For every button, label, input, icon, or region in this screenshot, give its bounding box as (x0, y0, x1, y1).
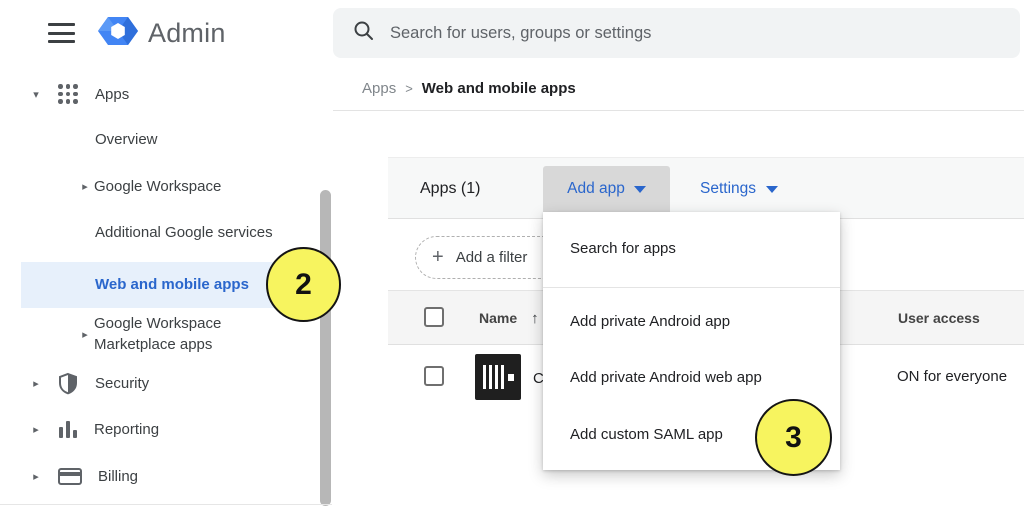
breadcrumb-current: Web and mobile apps (422, 80, 576, 97)
caret-right-icon[interactable]: ▸ (30, 377, 42, 390)
sidebar-item-label: Apps (95, 86, 129, 103)
sidebar-item-label: Security (95, 375, 149, 392)
sidebar-item-label: Additional Google services (95, 224, 273, 241)
menu-divider (543, 287, 840, 288)
sidebar-item-label: Reporting (94, 421, 159, 438)
bar-chart-icon (59, 420, 77, 438)
menu-item-search-for-apps[interactable]: Search for apps (570, 240, 676, 257)
sidebar-item-gw-marketplace-apps[interactable]: ▸ Google Workspace Marketplace apps (79, 313, 254, 355)
plus-icon: + (432, 246, 444, 269)
menu-item-add-custom-saml-app[interactable]: Add custom SAML app (570, 426, 723, 443)
column-header-name[interactable]: Name ↑ (479, 310, 539, 327)
caret-right-icon[interactable]: ▸ (30, 423, 42, 436)
admin-console-page: Admin Apps > Web and mobile apps ▾ Apps … (0, 0, 1024, 509)
add-filter-label: Add a filter (456, 249, 528, 266)
sidebar-item-label: Web and mobile apps (95, 276, 249, 293)
sidebar-item-apps[interactable]: ▾ Apps (30, 84, 129, 104)
sidebar-item-billing[interactable]: ▸ Billing (30, 468, 138, 485)
user-access-column-label: User access (898, 310, 980, 326)
credit-card-icon (58, 468, 82, 485)
sidebar-item-web-and-mobile-apps[interactable]: Web and mobile apps (21, 262, 308, 308)
hamburger-menu-icon[interactable] (48, 23, 78, 43)
breadcrumb-divider (333, 110, 1024, 111)
global-search-bar[interactable] (333, 8, 1020, 58)
settings-label: Settings (700, 180, 756, 198)
column-header-user-access[interactable]: User access (898, 310, 980, 326)
row-checkbox[interactable] (424, 366, 444, 386)
sidebar-item-label: Google Workspace Marketplace apps (94, 313, 254, 355)
app-logo-tile (475, 354, 521, 400)
menu-item-add-private-android-app[interactable]: Add private Android app (570, 313, 730, 330)
sidebar-item-additional-google-services[interactable]: Additional Google services (95, 224, 273, 241)
admin-hexagon-logo-icon (98, 11, 138, 56)
product-title: Admin (148, 18, 226, 49)
caret-right-icon[interactable]: ▸ (79, 180, 91, 193)
caret-right-icon[interactable]: ▸ (79, 328, 91, 341)
select-all-checkbox[interactable] (424, 307, 444, 327)
add-app-button[interactable]: Add app (543, 166, 670, 212)
breadcrumb-parent-link[interactable]: Apps (362, 80, 396, 97)
caret-right-icon[interactable]: ▸ (30, 470, 42, 483)
menu-item-add-private-android-web-app[interactable]: Add private Android web app (570, 369, 762, 386)
sidebar-item-label: Google Workspace (94, 178, 221, 195)
sidebar-item-reporting[interactable]: ▸ Reporting (30, 420, 159, 438)
breadcrumb: Apps > Web and mobile apps (362, 80, 576, 97)
name-column-label: Name (479, 310, 517, 326)
shield-icon (57, 372, 79, 395)
apps-grid-icon (58, 84, 78, 104)
search-input[interactable] (390, 24, 950, 43)
caret-down-icon[interactable]: ▾ (30, 88, 42, 101)
user-access-cell: ON for everyone (897, 368, 1007, 385)
sidebar-scrollbar[interactable] (320, 190, 331, 506)
annotation-step-2-badge: 2 (266, 247, 341, 322)
breadcrumb-separator: > (405, 81, 413, 96)
sidebar-item-label: Overview (95, 131, 158, 148)
sidebar-item-label: Billing (98, 468, 138, 485)
brand-logo: Admin (98, 11, 226, 56)
sidebar-item-google-workspace[interactable]: ▸ Google Workspace (79, 178, 221, 195)
search-icon (353, 20, 374, 46)
sort-ascending-icon[interactable]: ↑ (531, 310, 539, 327)
sidebar-bottom-divider (0, 504, 332, 505)
caret-down-icon (766, 186, 778, 193)
caret-down-icon (634, 186, 646, 193)
annotation-step-3-badge: 3 (755, 399, 832, 476)
add-app-label: Add app (567, 180, 625, 198)
sidebar-item-overview[interactable]: Overview (95, 131, 158, 148)
settings-button[interactable]: Settings (700, 180, 778, 198)
sidebar-item-security[interactable]: ▸ Security (30, 372, 149, 395)
apps-count-label: Apps (1) (420, 180, 480, 198)
